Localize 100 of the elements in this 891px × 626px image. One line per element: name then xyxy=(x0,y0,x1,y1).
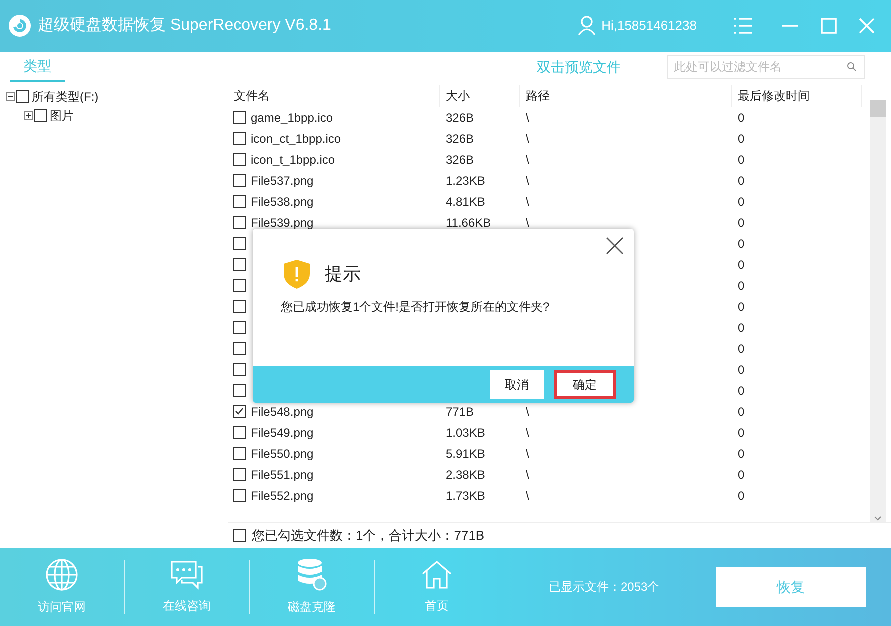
modified-time: 0 xyxy=(738,468,745,482)
file-path: \ xyxy=(526,174,530,188)
modified-time: 0 xyxy=(738,404,745,418)
checkbox[interactable] xyxy=(233,468,246,481)
checkbox[interactable] xyxy=(233,489,246,502)
file-name: File550.png xyxy=(251,446,314,462)
modified-time: 0 xyxy=(738,446,745,460)
file-size: 5.91KB xyxy=(446,446,486,460)
file-path: \ xyxy=(526,194,530,208)
app-logo-icon xyxy=(8,14,32,38)
file-name: File549.png xyxy=(251,424,314,442)
file-path: \ xyxy=(526,404,530,418)
scrollbar-thumb[interactable] xyxy=(870,100,886,117)
file-path: \ xyxy=(526,152,530,166)
modified-time: 0 xyxy=(738,300,745,314)
file-size: 1.23KB xyxy=(446,174,486,188)
file-path: \ xyxy=(526,468,530,482)
column-header[interactable]: 文件名 xyxy=(228,85,440,107)
column-header[interactable]: 最后修改时间 xyxy=(732,85,862,107)
checkbox[interactable] xyxy=(233,405,246,418)
search-field[interactable]: 此处可以过滤文件名 xyxy=(667,55,865,79)
modified-time: 0 xyxy=(738,362,745,376)
expand-icon[interactable] xyxy=(24,111,33,120)
modified-time: 0 xyxy=(738,174,745,188)
checkbox[interactable] xyxy=(233,279,246,292)
file-size: 326B xyxy=(446,132,474,146)
column-header[interactable]: 路径 xyxy=(520,85,732,107)
preview-hint: 双击预览文件 xyxy=(537,58,621,76)
file-path: \ xyxy=(526,110,530,124)
modified-time: 0 xyxy=(738,278,745,292)
dialog-button[interactable]: 取消 xyxy=(490,370,544,399)
file-path: \ xyxy=(526,426,530,440)
modified-time: 0 xyxy=(738,194,745,208)
checkbox[interactable] xyxy=(233,321,246,334)
file-size: 1.03KB xyxy=(446,426,486,440)
checkbox[interactable] xyxy=(233,529,246,542)
file-size: 2.38KB xyxy=(446,468,486,482)
modified-time: 0 xyxy=(738,236,745,250)
file-name: icon_ct_1bpp.ico xyxy=(251,130,342,148)
check-icon xyxy=(235,407,244,416)
modified-time: 0 xyxy=(738,216,745,230)
tree-item[interactable]: 所有类型(F:) xyxy=(32,88,99,106)
home-icon xyxy=(421,559,453,591)
window-title: 超级硬盘数据恢复 SuperRecovery V6.8.1 xyxy=(38,16,332,36)
modified-time: 0 xyxy=(738,132,745,146)
file-path: \ xyxy=(526,488,530,502)
file-size: 326B xyxy=(446,110,474,124)
checkbox[interactable] xyxy=(233,363,246,376)
dialog-button[interactable]: 确定 xyxy=(554,370,616,399)
modified-time: 0 xyxy=(738,152,745,166)
file-name: File539.png xyxy=(251,214,314,232)
warning-shield-icon xyxy=(283,259,311,290)
close-icon[interactable] xyxy=(606,237,624,255)
column-header[interactable]: 大小 xyxy=(440,85,520,107)
modified-time: 0 xyxy=(738,320,745,334)
scrollbar[interactable] xyxy=(870,100,886,522)
file-size: 1.73KB xyxy=(446,488,486,502)
checkbox[interactable] xyxy=(233,216,246,229)
dialog-message: 您已成功恢复1个文件!是否打开恢复所在的文件夹? xyxy=(281,299,551,316)
checkbox[interactable] xyxy=(233,174,246,187)
checkbox[interactable] xyxy=(233,342,246,355)
globe-icon xyxy=(45,558,79,592)
scroll-down-icon[interactable] xyxy=(874,516,882,522)
checkbox[interactable] xyxy=(233,447,246,460)
user-icon xyxy=(578,16,596,36)
file-name: File548.png xyxy=(251,404,314,420)
modified-time: 0 xyxy=(738,258,745,272)
file-count: 已显示文件：2053个 xyxy=(549,579,660,596)
file-size: 326B xyxy=(446,152,474,166)
collapse-icon[interactable] xyxy=(6,92,15,101)
file-path: \ xyxy=(526,446,530,460)
file-size: 11.66KB xyxy=(446,216,492,230)
checkbox[interactable] xyxy=(233,300,246,313)
file-name: icon_t_1bpp.ico xyxy=(251,152,336,168)
database-icon xyxy=(297,558,327,592)
checkbox[interactable] xyxy=(233,195,246,208)
modified-time: 0 xyxy=(738,384,745,398)
file-size: 771B xyxy=(446,404,474,418)
dialog-title: 提示 xyxy=(325,263,361,286)
file-name: File537.png xyxy=(251,172,314,190)
file-path: \ xyxy=(526,132,530,146)
modified-time: 0 xyxy=(738,488,745,502)
checkbox[interactable] xyxy=(233,132,246,145)
checkbox[interactable] xyxy=(233,237,246,250)
checkbox[interactable] xyxy=(233,111,246,124)
checkbox[interactable] xyxy=(233,426,246,439)
chat-icon xyxy=(170,559,204,591)
file-path: \ xyxy=(526,216,530,230)
file-name: File552.png xyxy=(251,488,314,504)
checkbox[interactable] xyxy=(233,153,246,166)
checkbox[interactable] xyxy=(34,109,47,122)
modified-time: 0 xyxy=(738,342,745,356)
modified-time: 0 xyxy=(738,426,745,440)
checkbox[interactable] xyxy=(233,258,246,271)
checkbox[interactable] xyxy=(233,384,246,397)
modified-time: 0 xyxy=(738,110,745,124)
checkbox[interactable] xyxy=(16,90,29,103)
tree-item[interactable]: 图片 xyxy=(50,106,74,124)
search-icon xyxy=(847,62,857,72)
file-size: 4.81KB xyxy=(446,194,486,208)
